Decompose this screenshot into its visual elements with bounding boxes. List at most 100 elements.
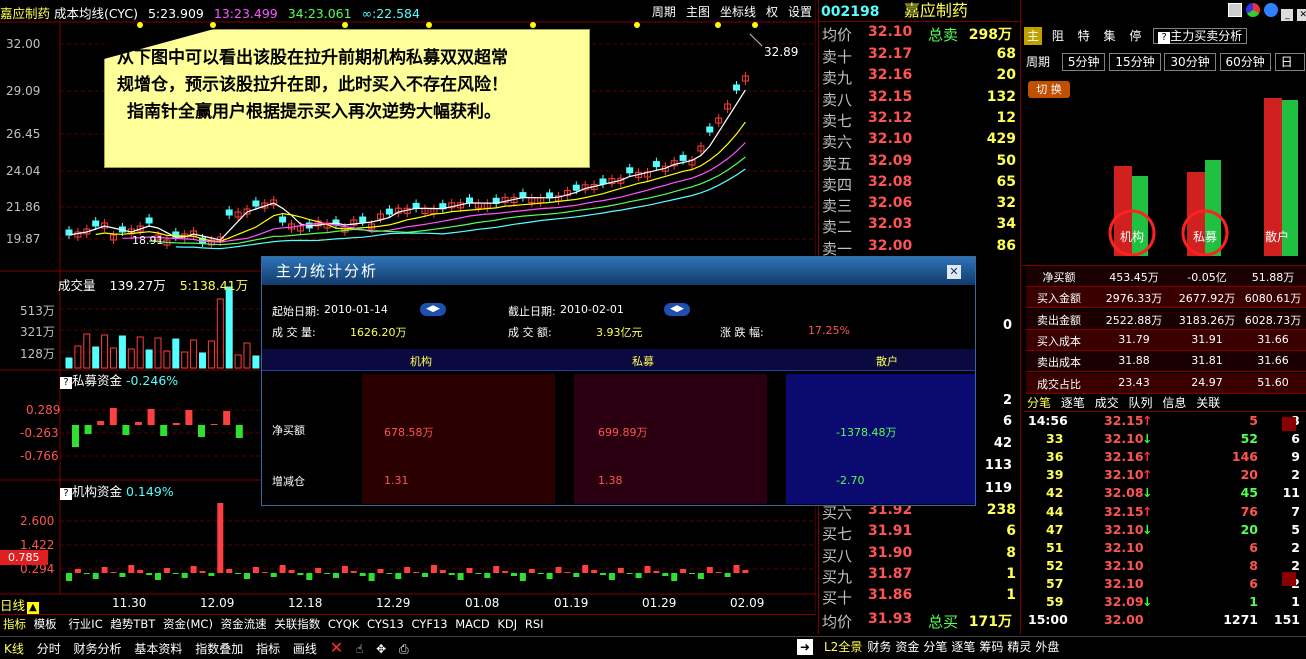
tick-volume: 8 (1249, 557, 1258, 573)
pie-icon[interactable] (1245, 3, 1260, 17)
vol-label: 成 交 量: (272, 326, 316, 339)
sell-level: 卖三 (822, 197, 853, 216)
next-arrow-icon[interactable]: ➜ (797, 639, 813, 655)
sell-row[interactable]: 卖四 32.08 65 (820, 174, 1020, 196)
total-sell-label: 总卖 (928, 26, 959, 44)
industry-tab[interactable]: 行业IC (68, 617, 102, 631)
finance-button[interactable]: 财务分析 (74, 642, 122, 656)
end-date-stepper[interactable]: ◀▶ (664, 303, 690, 316)
analysis-tabs: 主 阻 特 集 停 ? 主力买卖分析 (1024, 27, 1306, 47)
kdj-tab[interactable]: KDJ (497, 617, 517, 631)
capital-tab[interactable]: 资金 (895, 640, 919, 654)
hand-icon[interactable]: ☝ (356, 642, 363, 656)
l2-panorama-tab[interactable]: L2全景 (824, 640, 862, 654)
macd-tab[interactable]: MACD (455, 617, 489, 631)
draw-line-button[interactable]: 画线 (293, 642, 317, 656)
period-30min[interactable]: 30分钟 (1164, 53, 1216, 71)
window-icon[interactable] (1228, 3, 1242, 17)
sell-row[interactable]: 卖十 32.17 68 (820, 46, 1020, 68)
tick-tab-3[interactable]: 队列 (1129, 396, 1153, 410)
period-label[interactable]: 日线 ▲ (0, 595, 40, 614)
tick-tabs: 分笔 逐笔 成交 队列 信息 关联 (1024, 394, 1306, 412)
main-force-stat-dialog[interactable]: 主力统计分析 ✕ 起始日期: 2010-01-14 ◀▶ 截止日期: 2010-… (261, 256, 976, 506)
related-index-tab[interactable]: 关联指数 (274, 617, 320, 631)
tick-tab-5[interactable]: 关联 (1196, 396, 1220, 410)
period-15min[interactable]: 15分钟 (1109, 53, 1161, 71)
tick-tab-4[interactable]: 信息 (1162, 396, 1186, 410)
buy-row[interactable]: 买十 31.86 1 (820, 587, 1020, 609)
analysis-retail: 31.66 (1257, 332, 1289, 346)
tab-main[interactable]: 主 (1024, 27, 1042, 45)
sell-volume: 32 (996, 195, 1016, 212)
tick-volume: 5 (1249, 413, 1258, 428)
sell-row[interactable]: 卖三 32.06 32 (820, 195, 1020, 217)
tick-volume: 146 (1231, 449, 1258, 465)
outer-tab[interactable]: 外盘 (1035, 640, 1059, 654)
indicator-tab[interactable]: 指标 (3, 617, 26, 631)
tick-scroll-down[interactable] (1282, 572, 1296, 586)
fund-flow-tab[interactable]: 资金流速 (221, 617, 267, 631)
wizard-tab[interactable]: 精灵 (1007, 640, 1031, 654)
tab-resist[interactable]: 阻 (1052, 29, 1064, 43)
sell-row[interactable]: 卖八 32.15 132 (820, 89, 1020, 111)
start-date-stepper[interactable]: ◀▶ (420, 303, 446, 316)
pan-icon[interactable]: ✥ (376, 642, 386, 656)
analysis-title[interactable]: ? 主力买卖分析 (1153, 28, 1248, 44)
trend-tab[interactable]: 趋势TBT (110, 617, 155, 631)
fund-tab[interactable]: 资金(MC) (163, 617, 213, 631)
period-60min[interactable]: 60分钟 (1219, 53, 1271, 71)
tick-volume: 20 (1240, 467, 1258, 483)
ticks-tab[interactable]: 分笔 (923, 640, 947, 654)
analysis-row: 卖出成本 31.88 31.81 31.66 (1026, 351, 1306, 373)
sell-row[interactable]: 卖二 32.03 34 (820, 216, 1020, 238)
buy-level: 买七 (822, 525, 853, 544)
tick-tab-0[interactable]: 分笔 (1027, 396, 1051, 410)
finance-tab[interactable]: 财务 (867, 640, 891, 654)
period-day[interactable]: 日 (1274, 53, 1305, 71)
tick-scroll-up[interactable] (1282, 417, 1296, 431)
buy-row[interactable]: 买八 31.90 8 (820, 545, 1020, 567)
tick-tab-1[interactable]: 逐笔 (1061, 396, 1085, 410)
dialog-close-button[interactable]: ✕ (947, 265, 961, 279)
price-axis-26: 26.45 (6, 127, 41, 141)
tick-volume: 1 (1249, 594, 1258, 609)
price-axis-21: 21.86 (6, 200, 41, 214)
note-line-3: 指南针全赢用户根据提示买入再次逆势大幅获利。 (127, 102, 501, 122)
tab-special[interactable]: 特 (1078, 29, 1090, 43)
close-icon[interactable]: ✕ (330, 638, 343, 657)
cyf13-tab[interactable]: CYF13 (411, 617, 447, 631)
sell-row[interactable]: 卖七 32.12 12 (820, 110, 1020, 132)
cyqk-tab[interactable]: CYQK (328, 617, 359, 631)
close-window-icon[interactable]: ✕ (1297, 9, 1306, 21)
indicator-button[interactable]: 指标 (256, 642, 280, 656)
tick-tab-2[interactable]: 成交 (1095, 396, 1119, 410)
period-5min[interactable]: 5分钟 (1061, 53, 1106, 71)
avg-label: 均价 (822, 26, 853, 44)
buy-row[interactable]: 买九 31.87 1 (820, 566, 1020, 588)
sell-row[interactable]: 卖九 32.16 20 (820, 67, 1020, 89)
tick-by-tick-tab[interactable]: 逐笔 (951, 640, 975, 654)
template-tab[interactable]: 模板 (34, 617, 57, 631)
chips-tab[interactable]: 筹码 (979, 640, 1003, 654)
tab-halt[interactable]: 停 (1129, 29, 1141, 43)
rsi-tab[interactable]: RSI (525, 617, 544, 631)
tab-collect[interactable]: 集 (1104, 29, 1116, 43)
date-axis-6: 01.19 (554, 596, 589, 610)
analysis-inst: 23.43 (1118, 375, 1150, 389)
sell-row[interactable]: 卖六 32.10 429 (820, 131, 1020, 153)
index-overlay-button[interactable]: 指数叠加 (195, 642, 243, 656)
buy-volume: 1 (1006, 587, 1016, 604)
private-pos: 1.38 (598, 474, 623, 487)
buy-row[interactable]: 买七 31.91 6 (820, 523, 1020, 545)
inst-fund-current: 0.785 (0, 550, 48, 565)
basic-info-button[interactable]: 基本资料 (134, 642, 182, 656)
print-icon[interactable]: ⎙ (399, 642, 409, 656)
sell-row[interactable]: 卖五 32.09 50 (820, 153, 1020, 175)
timeshare-button[interactable]: 分时 (37, 642, 61, 656)
globe-icon[interactable] (1263, 3, 1278, 17)
analysis-retail: 51.60 (1257, 375, 1289, 389)
minimize-icon[interactable]: _ (1281, 9, 1294, 21)
kline-button[interactable]: K线 (4, 642, 24, 656)
cys13-tab[interactable]: CYS13 (367, 617, 404, 631)
sell-price: 32.00 (868, 237, 913, 254)
